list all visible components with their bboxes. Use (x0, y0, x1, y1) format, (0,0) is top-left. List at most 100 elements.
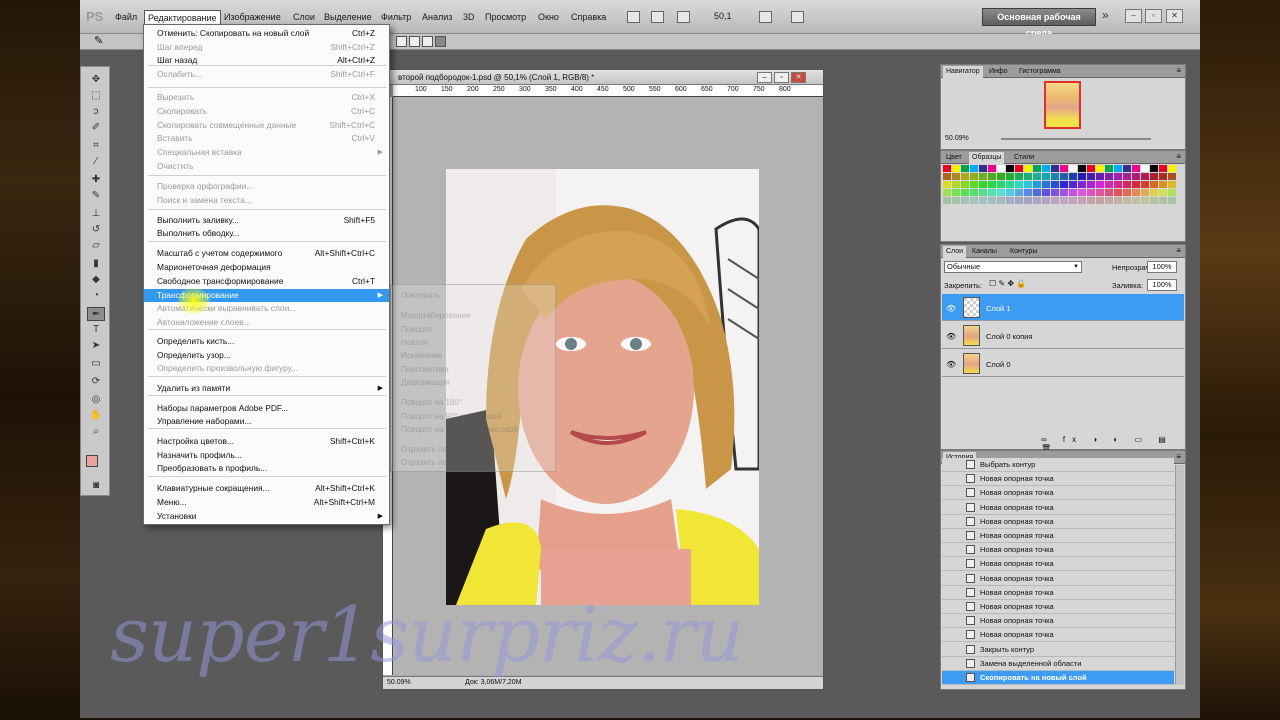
color-swatch[interactable] (1033, 165, 1041, 172)
color-swatch[interactable] (1006, 181, 1014, 188)
menu-view[interactable]: Просмотр (485, 12, 526, 22)
history-item[interactable]: Новая опорная точка (942, 529, 1174, 543)
document-titlebar[interactable]: второй подбородок-1.psd @ 50,1% (Слой 1,… (383, 70, 823, 85)
color-swatch[interactable] (952, 181, 960, 188)
tab-histogram[interactable]: Гистограмма (1016, 66, 1064, 78)
layer-row[interactable]: 👁 Слой 0 (942, 350, 1184, 377)
menu-item-find-replace[interactable]: Поиск и замена текста... (144, 194, 389, 207)
marquee-tool-icon[interactable]: ⬚ (87, 89, 105, 103)
menu-item-auto-blend-layers[interactable]: Автоналожение слоев... (144, 316, 389, 329)
submenu-item[interactable]: Поворот на 90° по часовой (401, 412, 501, 421)
history-item[interactable]: Выбрать контур (942, 458, 1174, 472)
color-swatch[interactable] (943, 173, 951, 180)
status-zoom[interactable]: 50.09% (387, 679, 411, 686)
menu-select[interactable]: Выделение (324, 12, 372, 22)
menu-item-step-back[interactable]: Шаг назад Alt+Ctrl+Z (144, 54, 389, 67)
color-swatch[interactable] (970, 173, 978, 180)
brush-tool-icon[interactable]: ✎ (87, 189, 105, 203)
tab-color[interactable]: Цвет (943, 152, 965, 164)
menu-item-define-custom-shape[interactable]: Определить произвольную фигуру... (144, 362, 389, 375)
dodge-tool-icon[interactable]: ◔ (87, 289, 105, 303)
color-swatch[interactable] (1141, 181, 1149, 188)
color-swatch[interactable] (1087, 173, 1095, 180)
menu-item-preset-manager[interactable]: Управление наборами... (144, 415, 389, 428)
color-swatch[interactable] (1123, 165, 1131, 172)
color-swatch[interactable] (1159, 165, 1167, 172)
color-swatch[interactable] (1168, 197, 1176, 204)
path-selection-tool-icon[interactable]: ➤ (87, 339, 105, 353)
layer-row[interactable]: 👁 Слой 0 копия (942, 322, 1184, 349)
color-swatch[interactable] (1159, 173, 1167, 180)
submenu-item[interactable]: Масштабирование (401, 311, 471, 320)
color-swatch[interactable] (1114, 165, 1122, 172)
minimize-icon[interactable]: – (1125, 9, 1142, 23)
color-swatch[interactable] (952, 173, 960, 180)
color-swatch[interactable] (1078, 181, 1086, 188)
lock-icons[interactable]: ☐ ✎ ✥ 🔒 (989, 279, 1026, 288)
submenu-item[interactable]: Деформация (401, 378, 450, 387)
blend-mode-select[interactable]: Обычные ▼ (944, 261, 1082, 273)
tab-paths[interactable]: Контуры (1007, 246, 1040, 258)
doc-minimize-icon[interactable]: – (757, 72, 772, 83)
color-swatch[interactable] (1078, 173, 1086, 180)
navigator-zoom[interactable]: 50.09% (945, 135, 969, 142)
tab-navigator[interactable]: Навигатор (943, 66, 983, 78)
color-swatch[interactable] (970, 181, 978, 188)
menu-item-fade[interactable]: Ослабить... Shift+Ctrl+F (144, 68, 389, 81)
menu-item-clear[interactable]: Очистить (144, 160, 389, 173)
minibridge-icon[interactable] (651, 11, 664, 23)
color-swatch[interactable] (1078, 189, 1086, 196)
color-swatch[interactable] (1051, 173, 1059, 180)
color-swatch[interactable] (970, 165, 978, 172)
color-swatch[interactable] (1042, 173, 1050, 180)
color-swatch[interactable] (1015, 189, 1023, 196)
color-swatch[interactable] (1033, 189, 1041, 196)
panel-menu-icon[interactable]: ≡ (1176, 452, 1181, 461)
history-brush-tool-icon[interactable]: ↺ (87, 223, 105, 237)
eraser-tool-icon[interactable]: ▱ (87, 239, 105, 253)
3d-rotate-tool-icon[interactable]: ⟳ (87, 375, 105, 389)
color-swatch[interactable] (1015, 197, 1023, 204)
color-swatch[interactable] (1114, 197, 1122, 204)
color-swatch[interactable] (997, 173, 1005, 180)
tab-layers[interactable]: Слои (943, 246, 967, 258)
color-swatch[interactable] (1159, 181, 1167, 188)
color-swatch[interactable] (1051, 189, 1059, 196)
menu-image[interactable]: Изображение (224, 12, 281, 22)
history-item[interactable]: Новая опорная точка (942, 514, 1174, 529)
history-item[interactable]: Новая опорная точка (942, 486, 1174, 501)
path-option-icon[interactable] (396, 36, 407, 47)
color-swatch[interactable] (1087, 181, 1095, 188)
color-swatch[interactable] (1069, 173, 1077, 180)
fill-field[interactable]: 100% (1147, 279, 1177, 291)
lasso-tool-icon[interactable]: ↄ (87, 105, 105, 119)
color-swatch[interactable] (1006, 189, 1014, 196)
color-swatch[interactable] (952, 165, 960, 172)
color-swatch[interactable] (988, 189, 996, 196)
color-swatch[interactable] (1069, 165, 1077, 172)
path-option-icon[interactable] (435, 36, 446, 47)
color-swatch[interactable] (1042, 197, 1050, 204)
history-item[interactable]: Скопировать на новый слой (942, 671, 1174, 685)
color-swatch[interactable] (1051, 197, 1059, 204)
color-swatch[interactable] (961, 181, 969, 188)
doc-restore-icon[interactable]: ▫ (774, 72, 789, 83)
submenu-item[interactable]: Наклон (401, 338, 428, 347)
navigator-zoom-slider[interactable] (1001, 138, 1151, 140)
hand-tool-icon[interactable]: ✋ (87, 409, 105, 423)
color-swatch[interactable] (1141, 165, 1149, 172)
color-swatch[interactable] (1123, 181, 1131, 188)
color-swatch[interactable] (970, 197, 978, 204)
color-swatch[interactable] (1060, 181, 1068, 188)
menu-layers[interactable]: Слои (293, 12, 315, 22)
menu-filter[interactable]: Фильтр (381, 12, 411, 22)
blur-tool-icon[interactable]: ◆ (87, 273, 105, 287)
history-item[interactable]: Новая опорная точка (942, 557, 1174, 572)
color-swatch[interactable] (1114, 181, 1122, 188)
workspace-switcher-button[interactable]: Основная рабочая среда (982, 8, 1096, 38)
color-swatch[interactable] (961, 165, 969, 172)
color-swatch[interactable] (952, 189, 960, 196)
color-swatch[interactable] (1069, 181, 1077, 188)
path-option-icon[interactable] (409, 36, 420, 47)
color-swatch[interactable] (1168, 189, 1176, 196)
